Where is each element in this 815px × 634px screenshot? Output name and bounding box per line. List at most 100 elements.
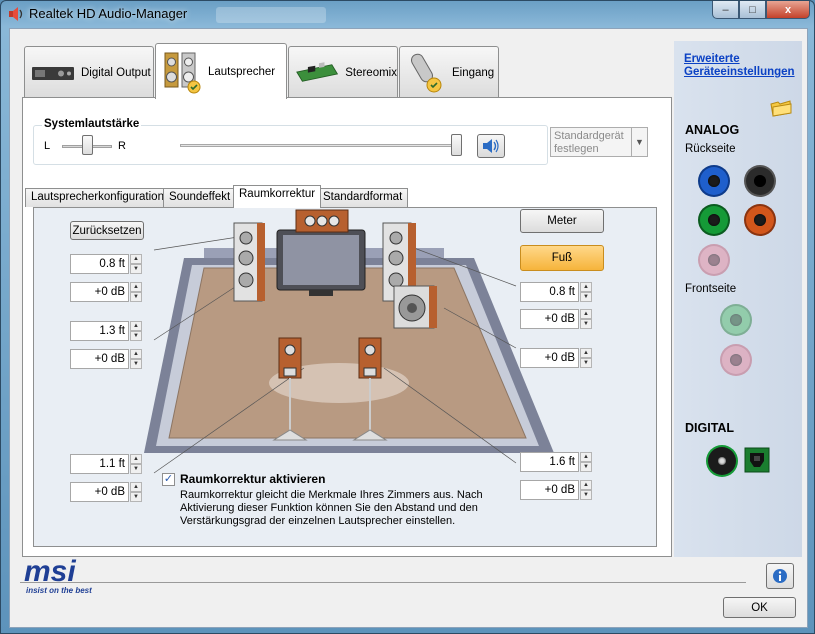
microphone-icon [411,53,442,92]
spin-down-icon[interactable]: ▼ [130,492,142,502]
spin-up-icon[interactable]: ▲ [130,282,142,292]
right-front-gain-stepper[interactable]: +0 dB ▲ ▼ [520,309,594,329]
speakers-icon [164,52,201,93]
tab-speaker-configuration[interactable]: Lautsprecherkonfiguration [25,188,170,207]
rear-blue-jack-icon[interactable] [700,167,728,195]
spin-down-icon[interactable]: ▼ [130,464,142,474]
close-button[interactable]: x [766,1,810,19]
room-correction-panel: Zurücksetzen Meter Fuß 0.8 ft ▲ ▼ +0 dB ▲… [33,207,657,547]
front-green-jack-icon[interactable] [722,306,750,334]
folder-icon[interactable] [770,99,792,117]
volume-slider-track[interactable] [180,144,460,147]
spin-down-icon[interactable]: ▼ [580,490,592,500]
balance-left-label: L [44,140,51,152]
right-front-gain-value[interactable]: +0 dB [520,309,579,329]
title-bar[interactable]: Realtek HD Audio-Manager – □ x [1,1,815,27]
maximize-button[interactable]: □ [739,1,766,19]
subwoofer-gain-value[interactable]: +0 dB [520,348,579,368]
tab-digital-output[interactable]: Digital Output [24,46,154,98]
left-center-distance-stepper[interactable]: 1.3 ft ▲ ▼ [70,321,144,341]
right-front-distance-value[interactable]: 0.8 ft [520,282,579,302]
system-volume-title: Systemlautstärke [42,118,142,130]
spin-up-icon[interactable]: ▲ [130,321,142,331]
spin-up-icon[interactable]: ▲ [130,254,142,264]
coaxial-jack-icon[interactable] [708,447,736,475]
connector-panel: Erweiterte Geräteeinstellungen ANALOG Rü… [674,41,802,557]
spin-down-icon[interactable]: ▼ [130,264,142,274]
optical-spdif-icon[interactable] [744,447,770,473]
left-rear-gain-stepper[interactable]: +0 dB ▲ ▼ [70,482,144,502]
meter-unit-button[interactable]: Meter [520,209,604,233]
default-device-label: Standardgerät festlegen [554,130,624,155]
spin-up-icon[interactable]: ▲ [130,349,142,359]
mute-button[interactable] [477,134,505,158]
spin-down-icon[interactable]: ▼ [130,359,142,369]
tab-default-format[interactable]: Standardformat [317,188,409,207]
spin-up-icon[interactable]: ▲ [580,452,592,462]
minimize-button[interactable]: – [712,1,739,19]
digital-output-device-icon [32,66,74,80]
spin-up-icon[interactable]: ▲ [580,309,592,319]
left-rear-distance-stepper[interactable]: 1.1 ft ▲ ▼ [70,454,144,474]
spin-down-icon[interactable]: ▼ [130,292,142,302]
subwoofer-gain-stepper[interactable]: +0 dB ▲ ▼ [520,348,594,368]
right-rear-distance-stepper[interactable]: 1.6 ft ▲ ▼ [520,452,594,472]
reset-button[interactable]: Zurücksetzen [70,221,144,240]
left-center-gain-stepper[interactable]: +0 dB ▲ ▼ [70,349,144,369]
left-front-gain-value[interactable]: +0 dB [70,282,129,302]
front-pink-jack-icon[interactable] [722,346,750,374]
spin-down-icon[interactable]: ▼ [130,331,142,341]
left-center-gain-value[interactable]: +0 dB [70,349,129,369]
spin-down-icon[interactable]: ▼ [580,319,592,329]
sound-card-icon [296,61,339,82]
tab-label: Lautsprecher [208,65,276,78]
right-rear-gain-stepper[interactable]: +0 dB ▲ ▼ [520,480,594,500]
spin-down-icon[interactable]: ▼ [580,358,592,368]
front-panel-label: Frontseite [685,283,737,295]
tab-lautsprecher[interactable]: Lautsprecher [155,43,287,99]
tab-stereomix[interactable]: Stereomix [288,46,398,98]
left-rear-distance-value[interactable]: 1.1 ft [70,454,129,474]
left-front-distance-value[interactable]: 0.8 ft [70,254,129,274]
balance-slider-thumb[interactable] [82,135,93,155]
chevron-down-icon: ▼ [631,128,647,156]
room-correction-checkbox-label[interactable]: Raumkorrektur aktivieren [180,472,325,486]
speaker-panel: Systemlautstärke L R Standardgerät festl… [22,97,672,557]
rear-pink-jack-icon[interactable] [700,246,728,274]
spin-up-icon[interactable]: ▲ [130,454,142,464]
info-button[interactable] [766,563,794,589]
rear-black-jack-icon[interactable] [746,167,774,195]
tab-room-correction[interactable]: Raumkorrektur [233,185,322,208]
left-center-distance-value[interactable]: 1.3 ft [70,321,129,341]
spin-up-icon[interactable]: ▲ [130,482,142,492]
volume-slider-thumb[interactable] [451,134,462,156]
spin-down-icon[interactable]: ▼ [580,462,592,472]
right-front-distance-stepper[interactable]: 0.8 ft ▲ ▼ [520,282,594,302]
spin-up-icon[interactable]: ▲ [580,348,592,358]
client-area: Digital Output Lautsprecher Stereomix Ei… [9,28,808,628]
spin-down-icon[interactable]: ▼ [580,292,592,302]
right-rear-gain-value[interactable]: +0 dB [520,480,579,500]
left-rear-gain-value[interactable]: +0 dB [70,482,129,502]
system-volume-group: Systemlautstärke L R [33,118,548,165]
msi-tagline: insist on the best [26,586,92,595]
info-icon [773,569,787,583]
room-correction-checkbox[interactable]: ✓ [162,473,175,486]
default-device-dropdown[interactable]: Standardgerät festlegen ▼ [550,127,648,157]
title-bar-glass [216,7,326,23]
main-area: Digital Output Lautsprecher Stereomix Ei… [10,29,672,559]
tab-label: Digital Output [81,66,151,79]
spin-up-icon[interactable]: ▲ [580,282,592,292]
right-rear-distance-value[interactable]: 1.6 ft [520,452,579,472]
tab-eingang[interactable]: Eingang [399,46,499,98]
left-front-gain-stepper[interactable]: +0 dB ▲ ▼ [70,282,144,302]
rear-orange-jack-icon[interactable] [746,206,774,234]
balance-right-label: R [118,140,126,152]
left-front-distance-stepper[interactable]: 0.8 ft ▲ ▼ [70,254,144,274]
ok-button[interactable]: OK [723,597,796,618]
feet-unit-button[interactable]: Fuß [520,245,604,271]
tab-sound-effect[interactable]: Soundeffekt [163,188,237,207]
rear-green-jack-icon[interactable] [700,206,728,234]
spin-up-icon[interactable]: ▲ [580,480,592,490]
advanced-settings-link[interactable]: Erweiterte Geräteeinstellungen [684,53,799,79]
